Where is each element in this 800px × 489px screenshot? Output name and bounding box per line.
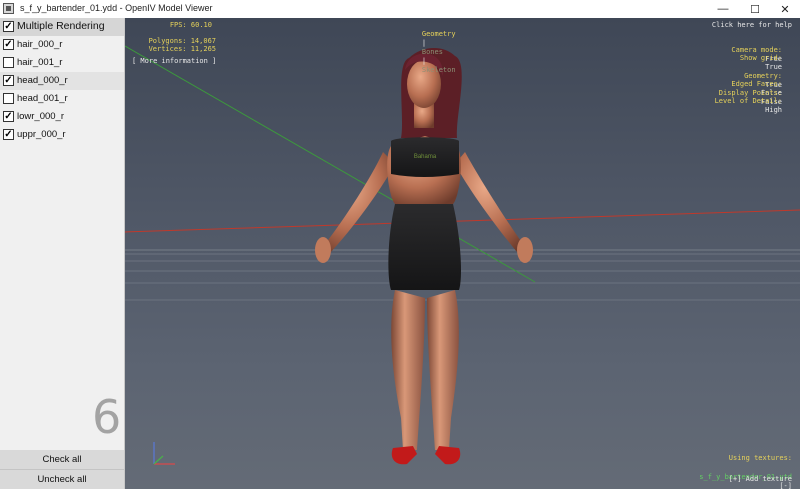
check-all-button[interactable]: Check all [0,450,124,470]
character-model: Bahama [315,47,533,465]
multiple-rendering-label: Multiple Rendering [17,20,105,32]
title-bar: s_f_y_bartender_01.ydd - OpenIV Model Vi… [0,0,800,19]
item-checkbox[interactable]: ✓ [3,129,14,140]
list-item[interactable]: ✓ lowr_000_r [0,108,124,126]
item-label: hair_000_r [17,39,63,50]
show-grid-label: Show grid: [739,54,782,62]
axis-gizmo-icon [153,442,175,465]
render-mode-tabs: Geometry | Bones | Skeleton [405,21,456,84]
uncheck-all-button[interactable]: Uncheck all [0,470,124,489]
level-of-detail-row[interactable]: Level of Detail: High [698,88,782,124]
item-label: head_001_r [17,93,68,104]
app-icon[interactable] [3,3,14,14]
tab-geometry[interactable]: Geometry [422,30,456,38]
tab-bones[interactable]: Bones [422,48,443,56]
window-title: s_f_y_bartender_01.ydd - OpenIV Model Vi… [20,3,213,13]
more-information-link[interactable]: [ More information ] [132,57,216,66]
item-label: lowr_000_r [17,111,64,122]
tab-separator: | [421,39,427,47]
multiple-rendering-checkbox[interactable]: ✓ [3,21,14,32]
grid-lines [125,249,800,301]
add-texture-link[interactable]: [+] Add texture [729,475,792,484]
item-label: uppr_000_r [17,129,66,140]
item-checkbox[interactable]: ✓ [3,39,14,50]
level-of-detail-label: Level of Detail: [714,97,782,105]
item-label: head_000_r [17,75,68,86]
item-checkbox[interactable]: ✓ [3,75,14,86]
list-item[interactable]: ✓ hair_000_r [0,36,124,54]
item-checkbox[interactable] [3,57,14,68]
vertices-readout: Vertices: 11,265 [148,45,216,53]
tab-separator: | [421,57,427,65]
shirt-print-text: Bahama [414,154,437,160]
minimize-button[interactable]: — [708,0,738,18]
red-axis-line [125,209,800,233]
item-checkbox[interactable]: ✓ [3,111,14,122]
maximize-button[interactable]: ☐ [740,0,770,18]
list-item[interactable]: hair_001_r [0,54,124,72]
textures-label: Using textures: [728,454,792,462]
help-link[interactable]: Click here for help [712,21,792,30]
sidebar: ✓ Multiple Rendering ✓ hair_000_r hair_0… [0,18,125,489]
close-button[interactable]: ✕ [770,0,800,18]
item-count: 6 [92,390,122,444]
list-item[interactable]: head_001_r [0,90,124,108]
tab-skeleton[interactable]: Skeleton [422,66,456,74]
list-item[interactable]: ✓ head_000_r [0,72,124,90]
list-item[interactable]: ✓ uppr_000_r [0,126,124,144]
item-checkbox[interactable] [3,93,14,104]
fps-readout: FPS: 60.10 [169,21,212,29]
3d-viewport[interactable]: Bahama FPS: 60.10 Polygons: 14,067 Verti… [125,18,800,489]
level-of-detail-value: High [765,106,782,114]
multiple-rendering-toggle[interactable]: ✓ Multiple Rendering [0,18,124,36]
item-label: hair_001_r [17,57,63,68]
